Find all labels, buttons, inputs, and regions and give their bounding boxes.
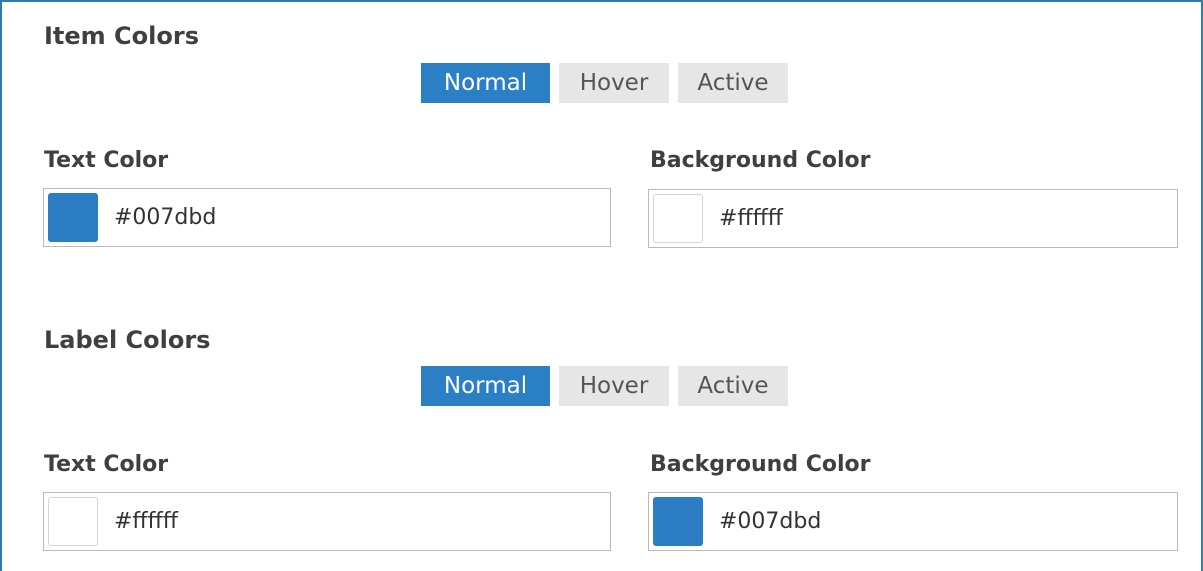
- item-colors-title: Item Colors: [44, 22, 199, 50]
- item-background-color-swatch[interactable]: [653, 194, 703, 243]
- label-colors-state-tabs: Normal Hover Active: [421, 366, 788, 406]
- item-text-color-label: Text Color: [44, 148, 169, 173]
- label-background-color-input[interactable]: #007dbd: [648, 492, 1178, 551]
- label-text-color-input[interactable]: #ffffff: [43, 492, 611, 551]
- item-background-color-label: Background Color: [650, 148, 871, 173]
- item-colors-state-tabs: Normal Hover Active: [421, 63, 788, 103]
- tab-hover[interactable]: Hover: [559, 63, 669, 103]
- label-background-color-value: #007dbd: [719, 509, 822, 534]
- item-text-color-value: #007dbd: [114, 205, 217, 230]
- item-text-color-input[interactable]: #007dbd: [43, 188, 611, 247]
- label-text-color-label: Text Color: [44, 452, 169, 477]
- tab-active[interactable]: Active: [678, 366, 788, 406]
- tab-active[interactable]: Active: [678, 63, 788, 103]
- label-background-color-label: Background Color: [650, 452, 871, 477]
- tab-hover[interactable]: Hover: [559, 366, 669, 406]
- label-background-color-swatch[interactable]: [653, 497, 703, 546]
- label-text-color-swatch[interactable]: [48, 497, 98, 546]
- tab-normal[interactable]: Normal: [421, 63, 550, 103]
- tab-normal[interactable]: Normal: [421, 366, 550, 406]
- item-text-color-swatch[interactable]: [48, 193, 98, 242]
- label-colors-title: Label Colors: [44, 326, 211, 354]
- label-text-color-value: #ffffff: [114, 509, 178, 534]
- settings-panel: Item Colors Normal Hover Active Text Col…: [0, 0, 1203, 571]
- item-background-color-value: #ffffff: [719, 206, 783, 231]
- item-background-color-input[interactable]: #ffffff: [648, 189, 1178, 248]
